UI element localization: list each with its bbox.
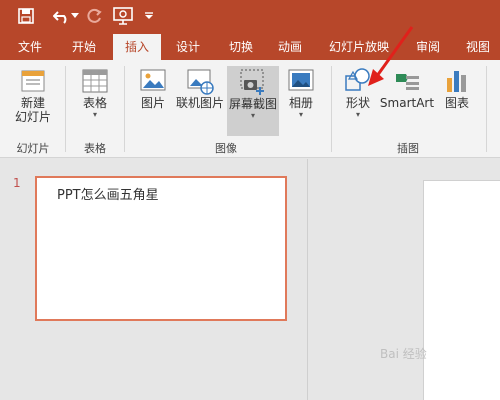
album-button[interactable]: 相册 ▾ bbox=[284, 66, 318, 120]
table-button[interactable]: 表格 ▾ bbox=[72, 66, 118, 120]
group-label-images: 图像 bbox=[215, 142, 237, 155]
new-slide-button[interactable]: 新建 幻灯片 bbox=[6, 66, 60, 124]
screenshot-icon bbox=[240, 69, 264, 95]
screenshot-dropdown-icon: ▾ bbox=[250, 111, 255, 120]
separator bbox=[331, 66, 332, 152]
slide-number: 1 bbox=[13, 176, 21, 190]
separator bbox=[65, 66, 66, 152]
shapes-dropdown-icon: ▾ bbox=[355, 110, 360, 119]
shapes-label: 形状 bbox=[345, 96, 370, 110]
new-slide-icon bbox=[21, 70, 45, 92]
separator bbox=[486, 66, 487, 152]
tab-view[interactable]: 视图 bbox=[456, 34, 500, 60]
separator bbox=[124, 66, 125, 152]
table-icon bbox=[82, 69, 108, 93]
slide-thumbnail-text: PPT怎么画五角星 bbox=[57, 188, 159, 203]
undo-icon[interactable] bbox=[52, 6, 72, 26]
save-icon[interactable] bbox=[16, 6, 36, 26]
pictures-label: 图片 bbox=[140, 96, 165, 110]
album-icon bbox=[288, 69, 314, 91]
ribbon-tabs: 文件 开始 插入 设计 切换 动画 幻灯片放映 审阅 视图 bbox=[0, 34, 500, 60]
chart-button[interactable]: 图表 bbox=[438, 66, 476, 110]
redo-icon[interactable] bbox=[84, 6, 104, 26]
table-dropdown-icon: ▾ bbox=[92, 110, 97, 119]
tab-home[interactable]: 开始 bbox=[62, 34, 106, 60]
customize-icon[interactable] bbox=[142, 6, 156, 26]
tab-animations[interactable]: 动画 bbox=[268, 34, 312, 60]
undo-dropdown-icon[interactable] bbox=[70, 6, 80, 26]
smartart-label: SmartArt bbox=[379, 96, 435, 110]
screenshot-button[interactable]: 屏幕截图 ▾ bbox=[227, 66, 279, 136]
pictures-button[interactable]: 图片 bbox=[134, 66, 172, 110]
tab-design[interactable]: 设计 bbox=[166, 34, 210, 60]
tab-transitions[interactable]: 切换 bbox=[219, 34, 263, 60]
new-slide-label-2: 幻灯片 bbox=[14, 110, 51, 124]
album-dropdown-icon: ▾ bbox=[298, 110, 303, 119]
tab-file[interactable]: 文件 bbox=[8, 34, 52, 60]
slide-canvas[interactable] bbox=[423, 180, 500, 400]
slideshow-icon[interactable] bbox=[112, 6, 134, 26]
screenshot-label: 屏幕截图 bbox=[228, 97, 277, 111]
table-label: 表格 bbox=[82, 96, 107, 110]
online-picture-icon bbox=[187, 69, 214, 95]
new-slide-label: 新建 bbox=[20, 96, 45, 110]
watermark: Bai 经验 bbox=[380, 347, 427, 361]
group-label-slides: 幻灯片 bbox=[16, 142, 50, 155]
tab-insert[interactable]: 插入 bbox=[113, 34, 161, 60]
slide-thumbnail[interactable]: PPT怎么画五角星 bbox=[35, 176, 287, 321]
picture-icon bbox=[140, 69, 166, 91]
group-label-illustrations: 插图 bbox=[397, 142, 419, 155]
chart-icon bbox=[447, 71, 466, 92]
group-label-tables: 表格 bbox=[84, 142, 106, 155]
annotation-arrow bbox=[368, 26, 414, 86]
album-label: 相册 bbox=[288, 96, 313, 110]
chart-label: 图表 bbox=[444, 96, 469, 110]
title-bar bbox=[0, 0, 500, 34]
online-pictures-button[interactable]: 联机图片 bbox=[174, 66, 226, 110]
online-pictures-label: 联机图片 bbox=[175, 96, 224, 110]
ribbon: 新建 幻灯片 幻灯片 表格 ▾ 表格 图片 联机图片 屏幕截图 ▾ 相册 ▾ 图… bbox=[0, 60, 500, 158]
